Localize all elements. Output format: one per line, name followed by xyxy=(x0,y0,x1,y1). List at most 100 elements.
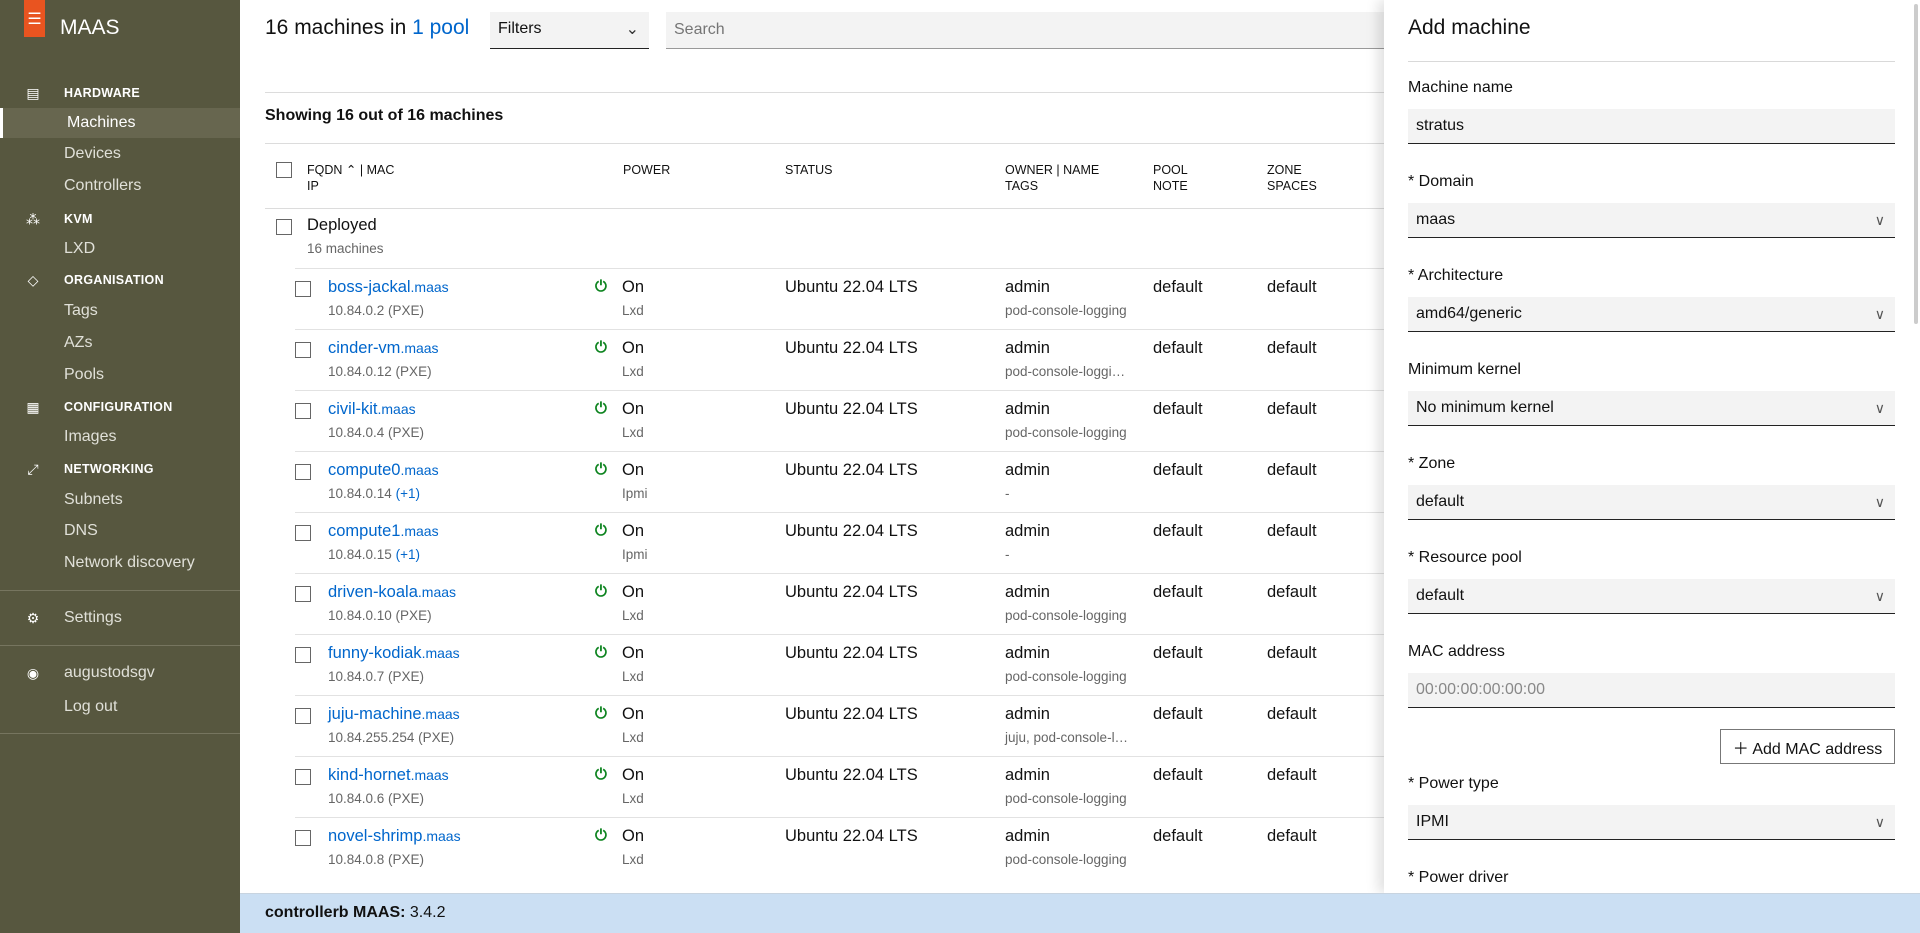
machine-fqdn[interactable]: cinder-vm.maas xyxy=(328,339,439,358)
column-header-zone[interactable]: ZONE SPACES xyxy=(1267,162,1317,194)
machine-fqdn[interactable]: novel-shrimp.maas xyxy=(328,827,461,846)
machine-fqdn[interactable]: boss-jackal.maas xyxy=(328,278,449,297)
section-hardware: ▤ HARDWARE xyxy=(26,84,141,101)
machine-name-link[interactable]: funny-kodiak xyxy=(328,644,422,662)
chevron-down-icon: ⌄ xyxy=(625,21,639,38)
row-checkbox[interactable] xyxy=(295,281,311,297)
panel-scrollbar[interactable] xyxy=(1914,4,1918,324)
machine-name-input[interactable]: stratus xyxy=(1408,109,1895,144)
power-on-icon[interactable]: ⏻ xyxy=(595,522,607,539)
resource-pool-select[interactable]: default ∨ xyxy=(1408,579,1895,614)
filters-dropdown[interactable]: Filters ⌄ xyxy=(490,12,649,49)
machine-name-link[interactable]: novel-shrimp xyxy=(328,827,422,845)
machine-fqdn[interactable]: juju-machine.maas xyxy=(328,705,460,724)
sidebar-item-controllers[interactable]: Controllers xyxy=(0,171,240,201)
machine-tags: pod-console-logging xyxy=(1005,608,1127,623)
sidebar-item-devices[interactable]: Devices xyxy=(0,139,240,169)
brand-name[interactable]: MAAS xyxy=(60,16,120,40)
power-on-icon[interactable]: ⏻ xyxy=(595,827,607,844)
machine-name-link[interactable]: compute0 xyxy=(328,461,400,479)
power-driver-label: * Power driver xyxy=(1408,869,1509,886)
row-checkbox[interactable] xyxy=(295,586,311,602)
row-checkbox[interactable] xyxy=(295,342,311,358)
group-checkbox[interactable] xyxy=(276,219,292,235)
zone-select[interactable]: default ∨ xyxy=(1408,485,1895,520)
sidebar-item-logout[interactable]: Log out xyxy=(0,692,240,722)
machine-fqdn[interactable]: funny-kodiak.maas xyxy=(328,644,460,663)
select-all-checkbox[interactable] xyxy=(276,162,292,178)
machine-fqdn[interactable]: compute0.maas xyxy=(328,461,439,480)
power-on-icon[interactable]: ⏻ xyxy=(595,461,607,478)
add-mac-address-button[interactable]: ＋ Add MAC address xyxy=(1720,729,1895,764)
sidebar-item-azs[interactable]: AZs xyxy=(0,328,240,358)
machine-name-link[interactable]: juju-machine xyxy=(328,705,422,723)
sidebar-item-network-discovery[interactable]: Network discovery xyxy=(0,548,240,578)
power-on-icon[interactable]: ⏻ xyxy=(595,766,607,783)
sidebar-item-user[interactable]: ◉ augustodsgv xyxy=(0,658,240,688)
column-header-pool[interactable]: POOL NOTE xyxy=(1153,162,1188,194)
domain-select[interactable]: maas ∨ xyxy=(1408,203,1895,238)
chevron-down-icon: ∨ xyxy=(1874,814,1885,830)
extra-ips-link[interactable]: (+1) xyxy=(396,486,420,501)
sidebar-item-images[interactable]: Images xyxy=(0,422,240,452)
machine-name-link[interactable]: boss-jackal xyxy=(328,278,411,296)
column-header-status[interactable]: STATUS xyxy=(785,162,832,178)
sidebar-item-settings[interactable]: ⚙ Settings xyxy=(0,603,240,633)
column-header-fqdn[interactable]: FQDN ⌃ | MAC IP xyxy=(307,162,394,194)
machine-tags: pod-console-logging xyxy=(1005,852,1127,867)
power-state: On xyxy=(622,461,645,479)
sidebar-item-tags[interactable]: Tags xyxy=(0,296,240,326)
grid-icon: ▦ xyxy=(26,398,40,415)
pool-link[interactable]: 1 pool xyxy=(412,16,469,39)
power-state: On xyxy=(622,583,645,601)
machine-fqdn[interactable]: driven-koala.maas xyxy=(328,583,456,602)
machine-name-link[interactable]: compute1 xyxy=(328,522,400,540)
power-on-icon[interactable]: ⏻ xyxy=(595,400,607,417)
row-checkbox[interactable] xyxy=(295,403,311,419)
row-checkbox[interactable] xyxy=(295,708,311,724)
machine-pool: default xyxy=(1153,278,1203,296)
machine-name-link[interactable]: kind-hornet xyxy=(328,766,411,784)
maas-logo-icon[interactable]: ☰ xyxy=(24,0,45,37)
min-kernel-select[interactable]: No minimum kernel ∨ xyxy=(1408,391,1895,426)
power-type: Lxd xyxy=(622,364,644,379)
machine-fqdn[interactable]: kind-hornet.maas xyxy=(328,766,449,785)
sidebar-item-dns[interactable]: DNS xyxy=(0,516,240,546)
machine-ip: 10.84.0.4 (PXE) xyxy=(328,425,425,440)
mac-address-input[interactable]: 00:00:00:00:00:00 xyxy=(1408,673,1895,708)
machine-name-link[interactable]: civil-kit xyxy=(328,400,378,418)
sidebar-item-pools[interactable]: Pools xyxy=(0,360,240,390)
machine-status: Ubuntu 22.04 LTS xyxy=(785,339,918,357)
power-on-icon[interactable]: ⏻ xyxy=(595,583,607,600)
section-kvm: ⁂ KVM xyxy=(26,210,93,227)
gear-icon: ⚙ xyxy=(26,609,40,626)
power-type-select[interactable]: IPMI ∨ xyxy=(1408,805,1895,840)
row-checkbox[interactable] xyxy=(295,464,311,480)
sidebar-item-subnets[interactable]: Subnets xyxy=(0,485,240,515)
sidebar-item-machines[interactable]: Machines xyxy=(0,108,240,138)
machine-owner: admin xyxy=(1005,400,1050,418)
column-header-owner[interactable]: OWNER | NAME TAGS xyxy=(1005,162,1099,194)
machine-name-link[interactable]: cinder-vm xyxy=(328,339,400,357)
power-on-icon[interactable]: ⏻ xyxy=(595,339,607,356)
machine-status: Ubuntu 22.04 LTS xyxy=(785,766,918,784)
power-on-icon[interactable]: ⏻ xyxy=(595,705,607,722)
power-state: On xyxy=(622,278,645,296)
architecture-select[interactable]: amd64/generic ∨ xyxy=(1408,297,1895,332)
showing-count: Showing 16 out of 16 machines xyxy=(265,107,504,124)
sidebar-item-lxd[interactable]: LXD xyxy=(0,234,240,264)
row-checkbox[interactable] xyxy=(295,830,311,846)
power-type: Lxd xyxy=(622,303,644,318)
power-on-icon[interactable]: ⏻ xyxy=(595,278,607,295)
machine-fqdn[interactable]: compute1.maas xyxy=(328,522,439,541)
row-checkbox[interactable] xyxy=(295,525,311,541)
extra-ips-link[interactable]: (+1) xyxy=(396,547,420,562)
row-checkbox[interactable] xyxy=(295,647,311,663)
version-info: controllerb MAAS: 3.4.2 xyxy=(265,904,446,921)
machine-name-link[interactable]: driven-koala xyxy=(328,583,418,601)
group-count: 16 machines xyxy=(307,241,384,256)
column-header-power[interactable]: POWER xyxy=(623,162,670,178)
machine-fqdn[interactable]: civil-kit.maas xyxy=(328,400,416,419)
power-on-icon[interactable]: ⏻ xyxy=(595,644,607,661)
row-checkbox[interactable] xyxy=(295,769,311,785)
